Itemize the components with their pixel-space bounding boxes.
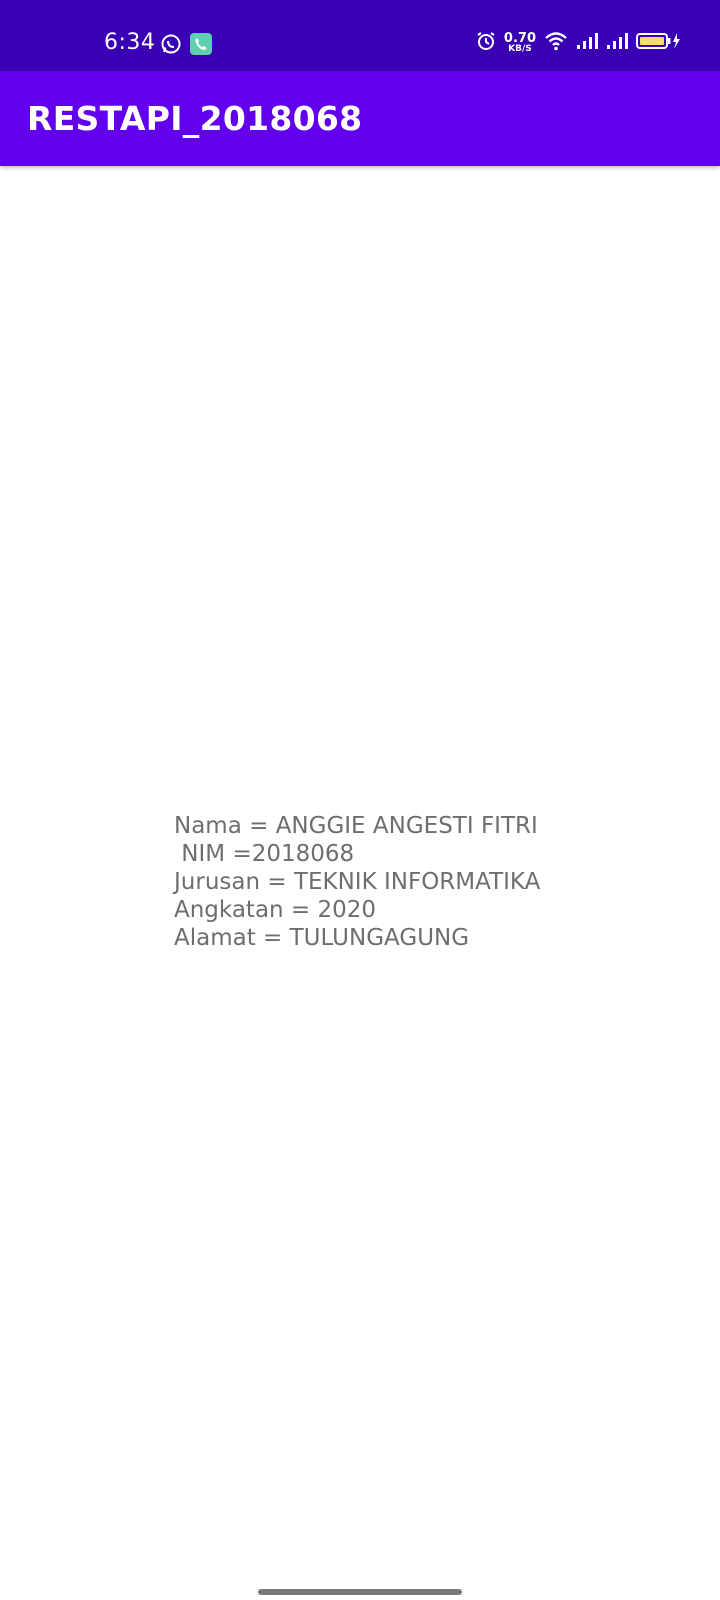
- app-bar: RESTAPI_2018068: [0, 71, 720, 166]
- phone-call-icon: [190, 33, 212, 60]
- notification-icons: [160, 33, 212, 60]
- info-jurusan: Jurusan = TEKNIK INFORMATIKA: [174, 869, 541, 895]
- home-indicator[interactable]: [258, 1589, 462, 1595]
- network-speed-unit: KB/S: [508, 43, 532, 54]
- info-angkatan: Angkatan = 2020: [174, 897, 377, 923]
- wifi-icon: [544, 31, 568, 56]
- info-alamat: Alamat = TULUNGAGUNG: [174, 925, 470, 951]
- network-speed-value: 0.70: [503, 30, 536, 46]
- network-speed: 0.70 KB/S: [503, 30, 536, 54]
- alarm-icon: [476, 31, 496, 56]
- system-icons: 0.70 KB/S: [476, 31, 682, 56]
- status-bar: 6:34 0.70 KB/S: [0, 0, 720, 71]
- student-info: Nama = ANGGIE ANGESTI FITRI NIM =2018068…: [174, 812, 540, 952]
- signal-icon: [576, 32, 598, 55]
- app-title: RESTAPI_2018068: [27, 99, 363, 138]
- status-time: 6:34: [104, 30, 156, 55]
- signal-icon: [606, 32, 628, 55]
- info-nim: NIM =2018068: [174, 841, 355, 867]
- info-nama: Nama = ANGGIE ANGESTI FITRI: [174, 813, 538, 839]
- battery-charging-icon: [636, 32, 682, 55]
- whatsapp-icon: [160, 33, 182, 60]
